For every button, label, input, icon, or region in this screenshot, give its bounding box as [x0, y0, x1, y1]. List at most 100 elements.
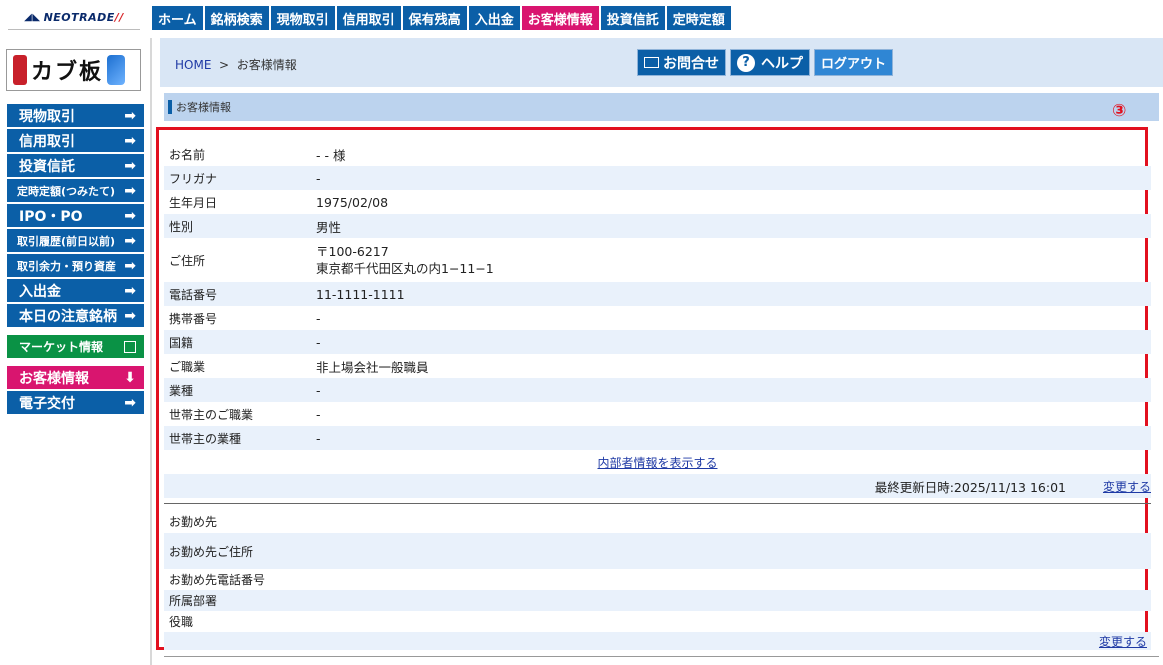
gnav-cash-trading[interactable]: 現物取引 [270, 6, 335, 30]
sidebar-item-label: IPO・PO [19, 208, 83, 225]
neotrade-mark-icon: ◢◣ [24, 12, 41, 23]
kabuban-logo[interactable]: カブ板 [6, 49, 141, 91]
sidebar-item-cash-trading[interactable]: 現物取引 ➡ [7, 104, 144, 127]
arrow-right-icon: ➡ [124, 257, 136, 274]
arrow-right-icon: ➡ [124, 207, 136, 224]
info-label: 電話番号 [169, 287, 218, 302]
info-label: 役職 [169, 615, 194, 629]
info-label: 携帯番号 [169, 311, 218, 326]
info-value: - - 様 [316, 147, 346, 163]
external-link-icon [124, 340, 136, 353]
gnav-customer-info[interactable]: お客様情報 [521, 6, 599, 30]
info-row-furigana: フリガナ - [164, 166, 1151, 190]
gnav-margin-trading[interactable]: 信用取引 [336, 6, 401, 30]
info-row-nationality: 国籍 - [164, 330, 1151, 354]
sidebar-item-market-info[interactable]: マーケット情報 [7, 335, 144, 358]
wave-crest-icon [107, 55, 126, 85]
employer-row-phone: お勤め先電話番号 [164, 569, 1151, 590]
section-marker-icon [168, 100, 172, 114]
info-value: 11-1111-1111 [316, 286, 405, 302]
sidebar-item-caution-symbols[interactable]: 本日の注意銘柄 ➡ [7, 304, 144, 327]
info-row-address: ご住所 〒100-6217 東京都千代田区丸の内1−11−1 [164, 238, 1151, 282]
info-value: 男性 [316, 219, 342, 235]
info-label: ご住所 [169, 253, 206, 268]
info-row-head-industry: 世帯主の業種 - [164, 426, 1151, 450]
last-updated-text: 最終更新日時:2025/11/13 16:01 [874, 479, 1066, 495]
help-button-label: ヘルプ [761, 55, 803, 72]
neotrade-wordmark: NEOTRADE [43, 11, 115, 24]
gnav-investment-trust[interactable]: 投資信託 [600, 6, 665, 30]
sidebar-item-label: 現物取引 [19, 108, 75, 125]
arrow-right-icon: ➡ [124, 107, 136, 124]
arrow-right-icon: ➡ [124, 157, 136, 174]
top-bar: ◢◣ NEOTRADE // ホーム 銘柄検索 現物取引 信用取引 保有残高 入… [0, 0, 1163, 38]
section-title-text: お客様情報 [176, 101, 231, 114]
info-label: 世帯主のご職業 [169, 407, 254, 422]
neotrade-accent-icon: // [114, 11, 124, 24]
info-value: - [316, 382, 321, 398]
info-value: - [316, 406, 321, 422]
main-content: HOME > お客様情報 お問合せ ? ヘルプ ログアウト お客様情報 ③ お名前… [156, 38, 1163, 665]
info-value: 〒100-6217 東京都千代田区丸の内1−11−1 [316, 243, 1151, 277]
employer-row-name: お勤め先 [164, 509, 1151, 533]
kabuban-wordmark: カブ板 [31, 59, 104, 85]
info-label: フリガナ [169, 171, 218, 186]
gnav-home[interactable]: ホーム [152, 6, 203, 30]
employer-row-position: 役職 [164, 611, 1151, 632]
section-divider [164, 503, 1151, 504]
employer-row-department: 所属部署 [164, 590, 1151, 611]
change-link-employer[interactable]: 変更する [1099, 633, 1147, 650]
contact-button[interactable]: お問合せ [637, 49, 726, 76]
info-label: お勤め先ご住所 [169, 544, 254, 559]
info-label: 生年月日 [169, 195, 218, 210]
sidebar-item-investment-trust[interactable]: 投資信託 ➡ [7, 154, 144, 177]
info-label: 世帯主の業種 [169, 431, 242, 446]
info-row-industry: 業種 - [164, 378, 1151, 402]
section-title: お客様情報 [164, 93, 1159, 121]
logout-button[interactable]: ログアウト [814, 49, 894, 76]
sidebar-item-ipo-po[interactable]: IPO・PO ➡ [7, 204, 144, 227]
sidebar-item-trade-history[interactable]: 取引履歴(前日以前) ➡ [7, 229, 144, 252]
arrow-right-icon: ➡ [124, 282, 136, 299]
breadcrumb-separator: > [219, 58, 230, 72]
sidebar-item-label: マーケット情報 [19, 340, 104, 354]
sidebar-item-label: 信用取引 [19, 133, 75, 150]
address-line: 東京都千代田区丸の内1−11−1 [316, 261, 494, 276]
sidebar-item-customer-info[interactable]: お客様情報 ⬇ [7, 366, 144, 389]
arrow-right-icon: ➡ [124, 182, 136, 199]
sidebar: カブ板 現物取引 ➡ 信用取引 ➡ 投資信託 ➡ 定時定額(つみたて) ➡ IPO・PO… [0, 38, 152, 665]
annotation-marker: ③ [1112, 101, 1127, 121]
info-value: - [316, 170, 321, 186]
arrow-right-icon: ➡ [124, 232, 136, 249]
change-link[interactable]: 変更する [1103, 478, 1151, 495]
sidebar-item-label: 電子交付 [19, 395, 75, 412]
sidebar-item-e-delivery[interactable]: 電子交付 ➡ [7, 391, 144, 414]
breadcrumb-home[interactable]: HOME [175, 58, 211, 72]
info-row-phone: 電話番号 11-1111-1111 [164, 282, 1151, 306]
arrow-right-icon: ➡ [124, 132, 136, 149]
gnav-regular-fixed[interactable]: 定時定額 [666, 6, 731, 30]
employer-row-address: お勤め先ご住所 [164, 533, 1151, 569]
neotrade-logo[interactable]: ◢◣ NEOTRADE // [8, 6, 140, 30]
sidebar-item-label: 取引余力・預り資産 [17, 259, 116, 273]
sidebar-item-label: お客様情報 [19, 370, 89, 387]
gnav-deposit-withdrawal[interactable]: 入出金 [468, 6, 520, 30]
sidebar-item-deposit-withdrawal[interactable]: 入出金 ➡ [7, 279, 144, 302]
insider-link-row: 内部者情報を表示する [164, 450, 1151, 474]
sidebar-item-regular-fixed[interactable]: 定時定額(つみたて) ➡ [7, 179, 144, 202]
gnav-symbol-search[interactable]: 銘柄検索 [204, 6, 269, 30]
breadcrumb: HOME > お客様情報 [175, 56, 297, 73]
sidebar-item-margin-trading[interactable]: 信用取引 ➡ [7, 129, 144, 152]
info-label: お勤め先電話番号 [169, 573, 266, 587]
help-button[interactable]: ? ヘルプ [730, 49, 810, 76]
sidebar-item-buying-power[interactable]: 取引余力・預り資産 ➡ [7, 254, 144, 277]
info-row-head-occupation: 世帯主のご職業 - [164, 402, 1151, 426]
info-label: お勤め先 [169, 514, 218, 529]
arrow-down-icon: ⬇ [124, 369, 136, 386]
info-label: 国籍 [169, 335, 194, 350]
insider-info-link[interactable]: 内部者情報を表示する [597, 454, 717, 471]
info-label: 所属部署 [169, 594, 218, 608]
gnav-holdings[interactable]: 保有残高 [402, 6, 467, 30]
header-bar: HOME > お客様情報 お問合せ ? ヘルプ ログアウト [160, 38, 1163, 87]
info-row-occupation: ご職業 非上場会社一般職員 [164, 354, 1151, 378]
